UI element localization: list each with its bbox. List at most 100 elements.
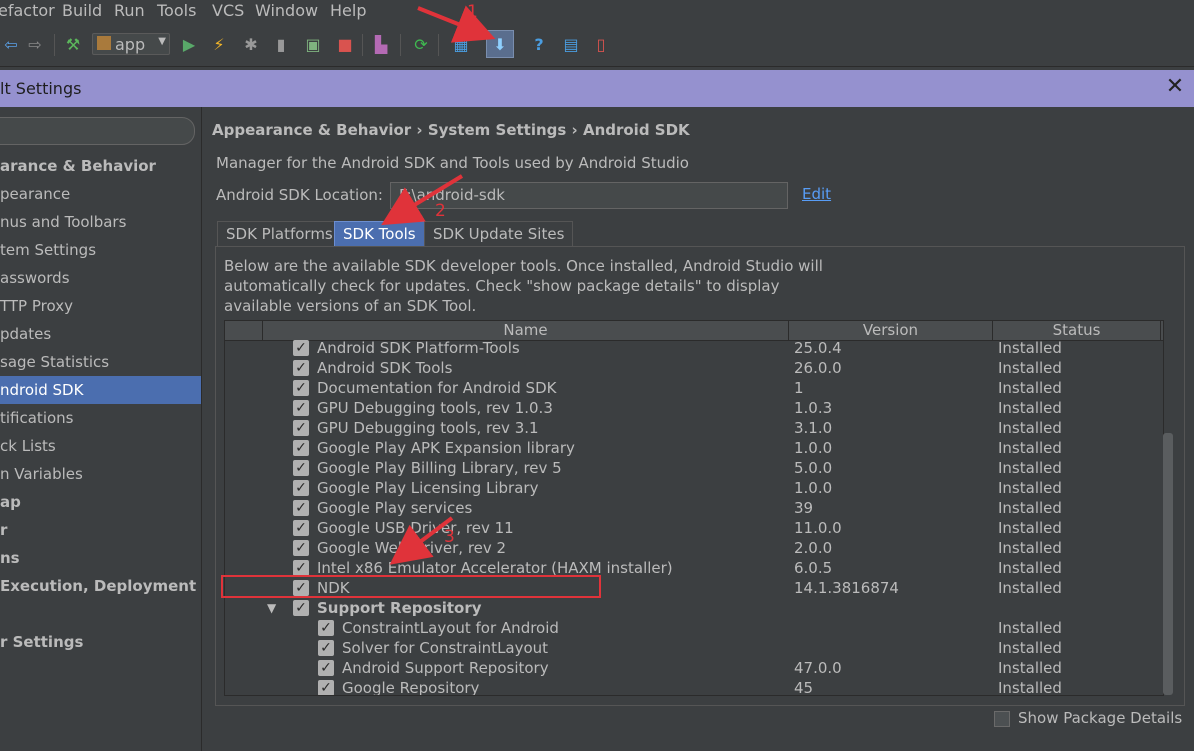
row-checkbox[interactable]: ✓ (293, 340, 309, 356)
help-icon[interactable]: ? (528, 33, 550, 55)
profile-icon[interactable]: ▮ (270, 33, 292, 55)
run-icon[interactable]: ▶ (178, 33, 200, 55)
sidebar-item[interactable]: ndroid SDK (0, 376, 201, 404)
row-status: Installed (998, 479, 1062, 497)
menu-vcs[interactable]: VCS (212, 1, 244, 20)
table-row[interactable]: ✓ Google USB Driver, rev 11 11.0.0 Installe… (225, 518, 1163, 538)
sidebar-item[interactable]: ap (0, 488, 201, 516)
row-version: 25.0.4 (794, 339, 842, 357)
sidebar-item[interactable]: tem Settings (0, 236, 201, 264)
table-row[interactable]: ✓ Google Play APK Expansion library 1.0.0 I… (225, 438, 1163, 458)
project-structure-icon[interactable]: ▦ (450, 33, 472, 55)
sdk-location-field[interactable]: F:\android-sdk (390, 182, 788, 209)
row-checkbox[interactable]: ✓ (293, 440, 309, 456)
row-name: Google Repository (342, 679, 480, 696)
menu-run[interactable]: Run (114, 1, 145, 20)
row-checkbox[interactable]: ✓ (293, 400, 309, 416)
chevron-down-icon: ▼ (158, 36, 166, 47)
table-row[interactable]: ✓ Android Support Repository 47.0.0 Install… (225, 658, 1163, 678)
dialog-title-bar: lt Settings ✕ (0, 70, 1194, 107)
row-status: Installed (998, 579, 1062, 597)
row-name: Google Play Billing Library, rev 5 (317, 459, 562, 477)
row-checkbox[interactable]: ✓ (293, 480, 309, 496)
table-row[interactable]: ✓ ConstraintLayout for Android Installed (225, 618, 1163, 638)
row-checkbox[interactable]: ✓ (293, 520, 309, 536)
sidebar-item[interactable]: pdates (0, 320, 201, 348)
row-checkbox[interactable]: ✓ (318, 680, 334, 695)
sidebar-item[interactable]: tifications (0, 404, 201, 432)
table-row[interactable]: ✓ Solver for ConstraintLayout Installed (225, 638, 1163, 658)
sidebar-item[interactable]: ns (0, 544, 201, 572)
row-version: 2.0.0 (794, 539, 833, 557)
row-checkbox[interactable]: ✓ (318, 640, 334, 656)
table-row[interactable]: ✓ Google Play Licensing Library 1.0.0 Insta… (225, 478, 1163, 498)
row-status: Installed (998, 679, 1062, 696)
debug-icon[interactable]: ✱ (240, 33, 262, 55)
run-config-dropdown[interactable]: app ▼ (92, 33, 170, 55)
expand-toggle-icon[interactable]: ▼ (267, 598, 276, 618)
row-checkbox[interactable]: ✓ (318, 620, 334, 636)
sdk-manager-icon[interactable]: ⬇ (486, 30, 514, 58)
edit-link[interactable]: Edit (802, 185, 831, 203)
table-row[interactable]: ✓ Google Web Driver, rev 2 2.0.0 Installed (225, 538, 1163, 558)
toolbar: ⇦ ⇨ ⚒ app ▼ ▶ ⚡ ✱ ▮ ▣ ■ ▙ ⟳ ▦ ⬇ ? ▤ ▯ (0, 24, 1194, 67)
row-checkbox[interactable]: ✓ (318, 660, 334, 676)
row-checkbox[interactable]: ✓ (293, 360, 309, 376)
table-row[interactable]: ✓ GPU Debugging tools, rev 3.1 3.1.0 Instal… (225, 418, 1163, 438)
menu-refactor[interactable]: efactor (0, 1, 55, 20)
forward-icon[interactable]: ⇨ (24, 33, 46, 55)
sidebar-item[interactable]: asswords (0, 264, 201, 292)
device-icon[interactable]: ▯ (590, 33, 612, 55)
show-package-details-checkbox[interactable] (994, 711, 1010, 727)
table-row[interactable]: ✓ Android SDK Platform-Tools 25.0.4 Install… (225, 338, 1163, 358)
sidebar-item[interactable]: r Settings (0, 628, 201, 656)
menu-window[interactable]: Window (255, 1, 318, 20)
sidebar-item[interactable]: pearance (0, 180, 201, 208)
table-scrollbar[interactable] (1163, 433, 1173, 695)
apply-changes-icon[interactable]: ⚡ (208, 33, 230, 55)
table-row[interactable]: ✓ GPU Debugging tools, rev 1.0.3 1.0.3 Inst… (225, 398, 1163, 418)
sidebar-item[interactable]: r (0, 516, 201, 544)
back-icon[interactable]: ⇦ (0, 33, 22, 55)
close-icon[interactable]: ✕ (1164, 76, 1186, 98)
row-checkbox[interactable]: ✓ (293, 460, 309, 476)
sidebar-item[interactable]: TTP Proxy (0, 292, 201, 320)
row-version: 6.0.5 (794, 559, 833, 577)
table-row[interactable]: ✓ Google Repository 45 Installed (225, 678, 1163, 696)
row-checkbox[interactable]: ✓ (293, 540, 309, 556)
attach-debugger-icon[interactable]: ▣ (302, 33, 324, 55)
table-row[interactable]: ✓ Google Play services 39 Installed (225, 498, 1163, 518)
settings-search-input[interactable] (0, 117, 195, 145)
row-checkbox[interactable]: ✓ (293, 600, 309, 616)
row-name: Google Play services (317, 499, 473, 517)
sidebar-item[interactable]: sage Statistics (0, 348, 201, 376)
menu-help[interactable]: Help (330, 1, 366, 20)
menu-build[interactable]: Build (62, 1, 102, 20)
sidebar-item[interactable]: ck Lists (0, 432, 201, 460)
row-name: Support Repository (317, 599, 482, 617)
row-checkbox[interactable]: ✓ (293, 420, 309, 436)
tab-sdk-update-sites[interactable]: SDK Update Sites (424, 221, 574, 246)
tab-sdk-platforms[interactable]: SDK Platforms (217, 221, 342, 246)
toolbar-separator (400, 34, 401, 56)
row-checkbox[interactable]: ✓ (293, 560, 309, 576)
translate-icon[interactable]: ▤ (560, 33, 582, 55)
table-row[interactable]: ✓ Google Play Billing Library, rev 5 5.0.0… (225, 458, 1163, 478)
table-row[interactable]: ✓ Android SDK Tools 26.0.0 Installed (225, 358, 1163, 378)
stop-icon[interactable]: ■ (334, 33, 356, 55)
row-checkbox[interactable]: ✓ (293, 500, 309, 516)
table-row[interactable]: ✓ Documentation for Android SDK 1 Installed (225, 378, 1163, 398)
row-checkbox[interactable]: ✓ (293, 380, 309, 396)
row-name: GPU Debugging tools, rev 1.0.3 (317, 399, 553, 417)
sidebar-item[interactable]: nus and Toolbars (0, 208, 201, 236)
build-hammer-icon[interactable]: ⚒ (62, 33, 84, 55)
sidebar-item[interactable]: n Variables (0, 460, 201, 488)
table-row[interactable]: ▼ ✓ Support Repository (225, 598, 1163, 618)
tab-sdk-tools[interactable]: SDK Tools (334, 221, 425, 246)
sync-gradle-icon[interactable]: ⟳ (410, 33, 432, 55)
sidebar-item[interactable]: arance & Behavior (0, 152, 201, 180)
sidebar-item[interactable] (0, 600, 201, 628)
menu-tools[interactable]: Tools (157, 1, 196, 20)
avd-manager-icon[interactable]: ▙ (370, 33, 392, 55)
sidebar-item[interactable]: Execution, Deployment (0, 572, 201, 600)
